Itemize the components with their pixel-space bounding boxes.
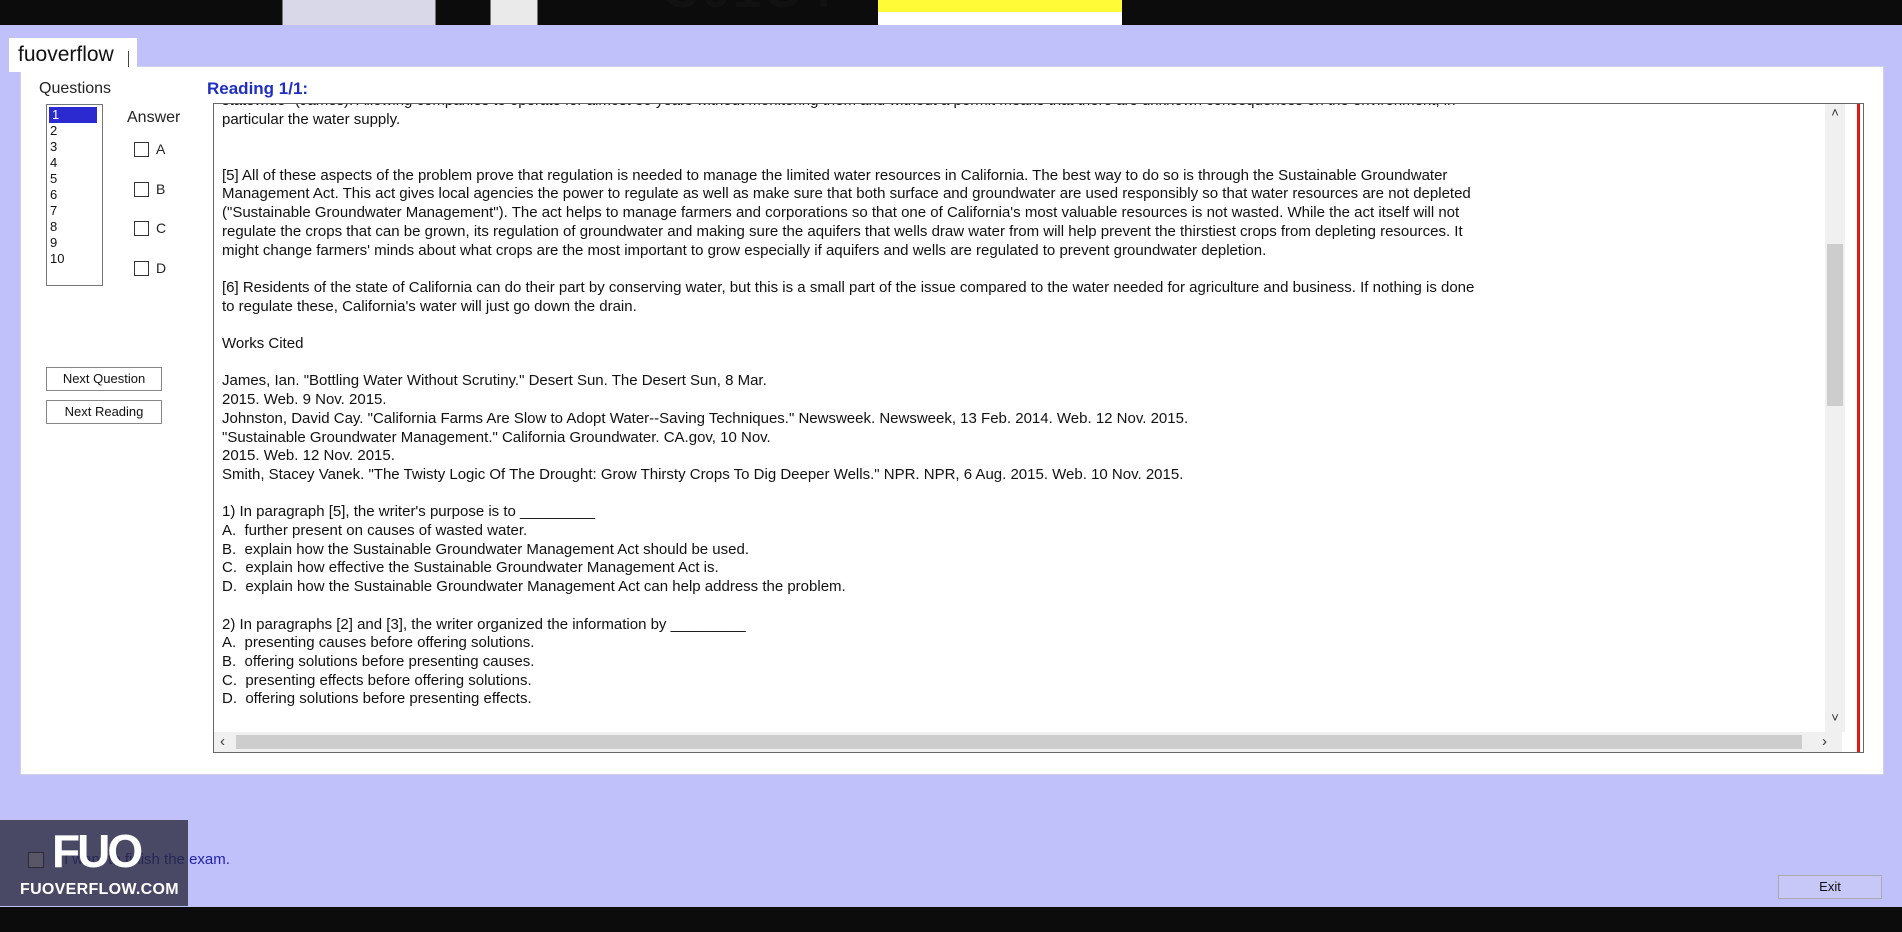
reading-textbox[interactable]: statewide" (James). Allowing companies t… bbox=[213, 103, 1864, 753]
vertical-scroll-thumb[interactable] bbox=[1827, 244, 1843, 406]
answer-option-c[interactable]: C bbox=[134, 220, 166, 236]
scroll-left-icon[interactable]: ‹ bbox=[220, 733, 225, 750]
reading-paragraph bbox=[222, 316, 1642, 335]
horizontal-scroll-thumb[interactable] bbox=[236, 735, 1802, 749]
reading-title-text: Reading 1/1 bbox=[207, 79, 303, 98]
reading-paragraph: 2) In paragraphs [2] and [3], the writer… bbox=[222, 615, 746, 708]
next-question-button[interactable]: Next Question bbox=[46, 367, 162, 391]
watermark-label: fuoverflow bbox=[9, 38, 137, 72]
reading-paragraph: 1) In paragraph [5], the writer's purpos… bbox=[222, 503, 846, 596]
exam-code-partial: C01C4 bbox=[662, 0, 834, 20]
question-list-item[interactable]: 8 bbox=[47, 219, 102, 235]
reading-paragraph bbox=[222, 260, 1642, 279]
answer-option-label: B bbox=[156, 181, 166, 197]
question-list-item[interactable]: 5 bbox=[47, 171, 102, 187]
answer-option-a[interactable]: A bbox=[134, 141, 165, 157]
next-reading-button[interactable]: Next Reading bbox=[46, 400, 162, 424]
logo-text: FUOVERFLOW.COM bbox=[20, 881, 179, 898]
watermark-text: fuoverflow bbox=[18, 43, 114, 66]
scroll-down-icon[interactable]: ˅ bbox=[1825, 710, 1845, 725]
question-list[interactable]: 1 2 3 4 5 6 7 8 9 10 bbox=[46, 104, 103, 286]
reading-paragraph: statewide" (James). Allowing companies t… bbox=[222, 104, 1456, 128]
checkbox-c[interactable] bbox=[134, 220, 149, 236]
reading-paragraph: James, Ian. "Bottling Water Without Scru… bbox=[222, 372, 1189, 483]
answer-option-d[interactable]: D bbox=[134, 260, 166, 276]
reading-paragraph: [5] All of these aspects of the problem … bbox=[222, 166, 1471, 259]
question-list-item[interactable]: 6 bbox=[47, 187, 102, 203]
scroll-up-icon[interactable]: ˄ bbox=[1825, 105, 1845, 120]
reading-paragraph: Works Cited bbox=[222, 335, 304, 353]
question-list-item[interactable]: 10 bbox=[47, 251, 102, 267]
checkbox-a[interactable] bbox=[134, 141, 149, 157]
vertical-scrollbar[interactable]: ˄ ˅ bbox=[1825, 104, 1845, 732]
answer-option-label: A bbox=[156, 141, 166, 157]
answer-option-label: C bbox=[156, 220, 167, 236]
reading-paragraph bbox=[222, 129, 1642, 148]
question-list-item[interactable]: 7 bbox=[47, 203, 102, 219]
horizontal-scrollbar[interactable]: ‹ › bbox=[214, 732, 1842, 752]
reading-paragraph: [6] Residents of the state of California… bbox=[222, 278, 1475, 315]
top-dropdown[interactable] bbox=[282, 0, 436, 25]
question-list-item[interactable]: 2 bbox=[47, 123, 102, 139]
exit-button[interactable]: Exit bbox=[1778, 875, 1882, 899]
reading-paragraph bbox=[222, 597, 1642, 616]
top-bar: C01C4 bbox=[0, 0, 1902, 25]
question-list-item[interactable]: 9 bbox=[47, 235, 102, 251]
answer-title: Answer bbox=[127, 109, 181, 126]
reading-title-colon: : bbox=[302, 79, 309, 98]
reading-title: Reading 1/1: bbox=[207, 79, 308, 99]
text-cursor bbox=[127, 51, 129, 67]
checkbox-d[interactable] bbox=[134, 260, 149, 276]
top-small-button[interactable] bbox=[490, 0, 538, 25]
reading-paragraph bbox=[222, 485, 1642, 504]
question-list-item[interactable]: 3 bbox=[47, 139, 102, 155]
checkbox-b[interactable] bbox=[134, 181, 149, 197]
answer-option-b[interactable]: B bbox=[134, 181, 165, 197]
reading-content: statewide" (James). Allowing companies t… bbox=[222, 104, 1642, 709]
reading-paragraph bbox=[222, 148, 1642, 167]
top-timer-highlight bbox=[878, 0, 1122, 25]
logo-mark: FUO bbox=[52, 825, 143, 877]
reading-paragraph bbox=[222, 354, 1642, 373]
bottom-bar bbox=[0, 907, 1902, 932]
questions-title: Questions bbox=[39, 80, 112, 97]
red-border-line bbox=[1857, 104, 1860, 752]
question-list-item[interactable]: 4 bbox=[47, 155, 102, 171]
scroll-right-icon[interactable]: › bbox=[1822, 733, 1827, 750]
fuoverflow-logo: FUO FUOVERFLOW.COM bbox=[0, 820, 188, 906]
answer-option-label: D bbox=[156, 260, 167, 276]
question-list-item[interactable]: 1 bbox=[49, 107, 97, 123]
